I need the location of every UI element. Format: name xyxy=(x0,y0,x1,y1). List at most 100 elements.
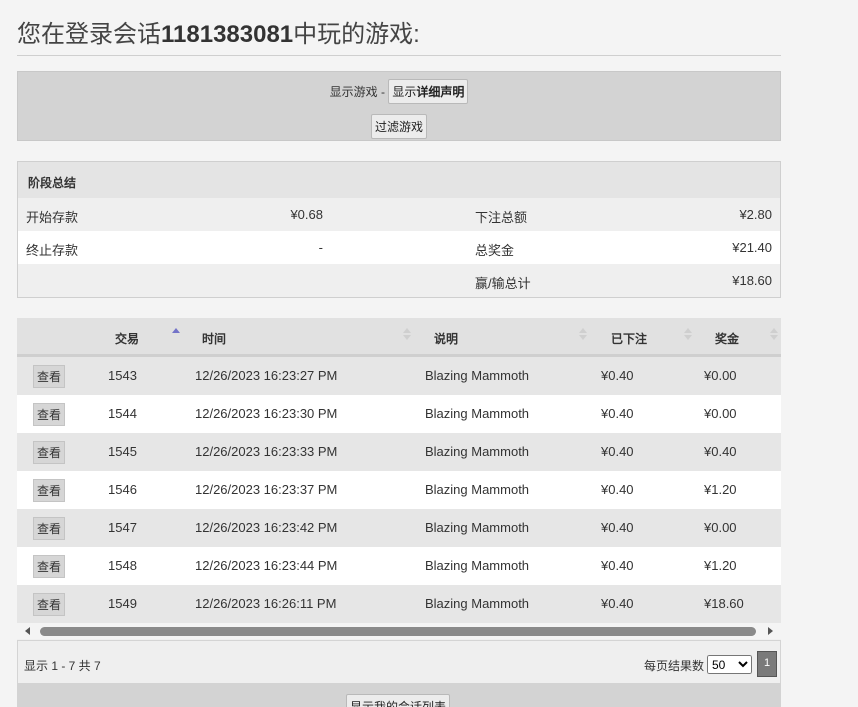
page-title: 您在登录会话1181383081中玩的游戏: xyxy=(17,14,781,56)
title-suffix: 中玩的游戏: xyxy=(293,21,420,48)
column-header-description[interactable]: 说明 xyxy=(434,330,458,347)
cell-time: 12/26/2023 16:26:11 PM xyxy=(195,596,337,611)
cell-bet: ¥0.40 xyxy=(601,482,634,497)
cell-bet: ¥0.40 xyxy=(601,368,634,383)
view-button[interactable]: 查看 xyxy=(33,403,66,426)
table-row: 查看 1549 12/26/2023 16:26:11 PM Blazing M… xyxy=(17,585,781,623)
show-session-list-button[interactable]: 显示我的会话列表 xyxy=(346,694,451,707)
summary-row: 终止存款 - 总奖金 ¥21.40 xyxy=(18,231,780,264)
table-row: 查看 1546 12/26/2023 16:23:37 PM Blazing M… xyxy=(17,471,781,509)
cell-bet: ¥0.40 xyxy=(601,596,634,611)
arrow-left-icon[interactable] xyxy=(25,627,30,635)
cell-time: 12/26/2023 16:23:33 PM xyxy=(195,444,338,459)
table-row: 查看 1544 12/26/2023 16:23:30 PM Blazing M… xyxy=(17,395,781,433)
summary-value: - xyxy=(318,240,323,255)
cell-transaction: 1549 xyxy=(108,596,137,611)
summary-row: 开始存款 ¥0.68 下注总额 ¥2.80 xyxy=(18,198,780,231)
cell-bet: ¥0.40 xyxy=(601,558,634,573)
sort-both-icon[interactable] xyxy=(403,328,411,340)
show-games-label: 显示游戏 - xyxy=(329,85,385,99)
cell-time: 12/26/2023 16:23:27 PM xyxy=(195,368,338,383)
cell-transaction: 1546 xyxy=(108,482,137,497)
cell-time: 12/26/2023 16:23:44 PM xyxy=(195,558,338,573)
cell-description: Blazing Mammoth xyxy=(425,520,530,535)
cell-win: ¥0.00 xyxy=(704,368,737,383)
cell-bet: ¥0.40 xyxy=(601,444,634,459)
sort-ascending-icon[interactable] xyxy=(172,328,180,340)
cell-description: Blazing Mammoth xyxy=(425,558,530,573)
toolbar-row-show: 显示游戏 - 显示详细声明 xyxy=(18,79,780,104)
page-size-select[interactable]: 50 xyxy=(707,655,752,674)
summary-value: ¥21.40 xyxy=(732,240,772,255)
cell-transaction: 1543 xyxy=(108,368,137,383)
column-header-win[interactable]: 奖金 xyxy=(715,330,739,347)
cell-win: ¥0.00 xyxy=(704,520,737,535)
results-info: 显示 1 - 7 共 7 xyxy=(24,659,101,673)
summary-value: ¥18.60 xyxy=(732,273,772,288)
period-summary: 阶段总结 开始存款 ¥0.68 下注总额 ¥2.80 终止存款 - 总奖金 ¥2… xyxy=(17,161,781,298)
games-table: 交易 时间 说明 已下注 奖金 查看 1543 12/26/2023 16:23… xyxy=(17,318,781,707)
view-button[interactable]: 查看 xyxy=(33,555,66,578)
view-button[interactable]: 查看 xyxy=(33,441,66,464)
cell-description: Blazing Mammoth xyxy=(425,406,530,421)
cell-time: 12/26/2023 16:23:30 PM xyxy=(195,406,338,421)
cell-win: ¥0.00 xyxy=(704,406,737,421)
summary-label: 赢/输总计 xyxy=(475,276,531,291)
summary-value: ¥2.80 xyxy=(739,207,772,222)
column-header-transaction[interactable]: 交易 xyxy=(115,330,139,347)
show-detail-statement-button[interactable]: 显示详细声明 xyxy=(388,79,469,104)
table-row: 查看 1547 12/26/2023 16:23:42 PM Blazing M… xyxy=(17,509,781,547)
horizontal-scrollbar[interactable] xyxy=(17,623,781,639)
title-prefix: 您在登录会话 xyxy=(17,21,161,48)
view-button[interactable]: 查看 xyxy=(33,593,66,616)
summary-label: 开始存款 xyxy=(26,210,79,225)
cell-transaction: 1548 xyxy=(108,558,137,573)
summary-label: 下注总额 xyxy=(475,210,528,225)
cell-time: 12/26/2023 16:23:37 PM xyxy=(195,482,338,497)
cell-description: Blazing Mammoth xyxy=(425,596,530,611)
cell-transaction: 1547 xyxy=(108,520,137,535)
filter-games-button[interactable]: 过滤游戏 xyxy=(370,114,427,139)
column-header-time[interactable]: 时间 xyxy=(202,330,226,347)
cell-transaction: 1544 xyxy=(108,406,137,421)
cell-win: ¥0.40 xyxy=(704,444,737,459)
scrollbar-thumb[interactable] xyxy=(40,627,756,636)
summary-value: ¥0.68 xyxy=(290,207,323,222)
page-size-label: 每页结果数 xyxy=(644,659,705,673)
view-button[interactable]: 查看 xyxy=(33,479,66,502)
cell-description: Blazing Mammoth xyxy=(425,368,530,383)
view-button[interactable]: 查看 xyxy=(33,517,66,540)
table-row: 查看 1548 12/26/2023 16:23:44 PM Blazing M… xyxy=(17,547,781,585)
table-row: 查看 1543 12/26/2023 16:23:27 PM Blazing M… xyxy=(17,357,781,395)
cell-description: Blazing Mammoth xyxy=(425,444,530,459)
show-detail-bold: 详细声明 xyxy=(416,85,465,99)
summary-row: 赢/输总计 ¥18.60 xyxy=(18,264,780,297)
summary-label: 终止存款 xyxy=(26,243,79,258)
cell-win: ¥1.20 xyxy=(704,482,737,497)
table-pager: 显示 1 - 7 共 7 每页结果数 50 1 xyxy=(17,640,781,684)
sort-both-icon[interactable] xyxy=(579,328,587,340)
page-button-current[interactable]: 1 xyxy=(757,651,777,677)
cell-time: 12/26/2023 16:23:42 PM xyxy=(195,520,338,535)
session-id: 1181383081 xyxy=(161,21,294,48)
show-detail-prefix: 显示 xyxy=(392,85,417,99)
game-toolbar: 显示游戏 - 显示详细声明 过滤游戏 xyxy=(17,71,781,141)
column-header-bet[interactable]: 已下注 xyxy=(611,330,647,347)
summary-header: 阶段总结 xyxy=(18,162,780,198)
cell-win: ¥18.60 xyxy=(704,596,744,611)
view-button[interactable]: 查看 xyxy=(33,365,66,388)
cell-win: ¥1.20 xyxy=(704,558,737,573)
cell-bet: ¥0.40 xyxy=(601,520,634,535)
toolbar-row-filter: 过滤游戏 xyxy=(18,114,780,139)
cell-description: Blazing Mammoth xyxy=(425,482,530,497)
cell-bet: ¥0.40 xyxy=(601,406,634,421)
arrow-right-icon[interactable] xyxy=(768,627,773,635)
sort-both-icon[interactable] xyxy=(684,328,692,340)
table-header: 交易 时间 说明 已下注 奖金 xyxy=(17,318,781,357)
table-row: 查看 1545 12/26/2023 16:23:33 PM Blazing M… xyxy=(17,433,781,471)
bottom-toolbar: 显示我的会话列表 xyxy=(17,683,781,707)
summary-label: 总奖金 xyxy=(475,243,515,258)
sort-both-icon[interactable] xyxy=(770,328,778,340)
summary-title: 阶段总结 xyxy=(28,176,77,190)
cell-transaction: 1545 xyxy=(108,444,137,459)
